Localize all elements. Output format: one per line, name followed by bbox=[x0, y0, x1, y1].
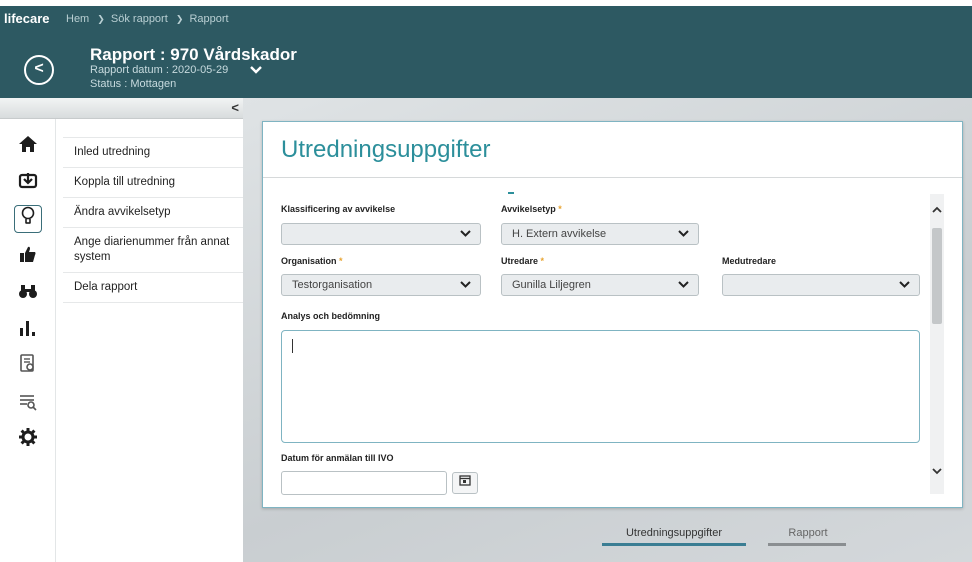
scrollbar-thumb[interactable] bbox=[932, 228, 942, 324]
gear-icon[interactable] bbox=[14, 427, 42, 455]
thumbs-up-icon[interactable] bbox=[14, 243, 42, 271]
chevron-down-icon bbox=[678, 277, 689, 292]
breadcrumb: Hem ❯ Sök rapport ❯ Rapport bbox=[66, 13, 231, 25]
breadcrumb-separator-icon: ❯ bbox=[97, 14, 105, 24]
chevron-left-icon: < bbox=[34, 60, 44, 77]
chevron-down-icon bbox=[460, 277, 471, 292]
home-icon[interactable] bbox=[14, 133, 42, 161]
report-date: Rapport datum : 2020-05-29 bbox=[90, 64, 229, 76]
utredare-select[interactable]: Gunilla Liljegren bbox=[501, 274, 699, 296]
active-tab-indicator bbox=[602, 543, 746, 546]
required-marker: * bbox=[558, 204, 562, 214]
required-marker: * bbox=[540, 256, 545, 266]
analys-textarea[interactable] bbox=[281, 330, 920, 443]
collapse-sidebar-button[interactable]: < bbox=[231, 100, 239, 115]
chevron-down-icon bbox=[899, 277, 910, 292]
inbox-icon[interactable] bbox=[14, 169, 42, 197]
form-scrollbar[interactable] bbox=[930, 194, 944, 494]
action-menu: Inled utredning Koppla till utredning Än… bbox=[63, 137, 243, 303]
report-header: < Rapport : 970 Vårdskador Rapport datum… bbox=[0, 31, 972, 98]
menu-item-andra-avvikelsetyp[interactable]: Ändra avvikelsetyp bbox=[63, 197, 243, 227]
klassificering-select[interactable] bbox=[281, 223, 481, 245]
menu-item-dela-rapport[interactable]: Dela rapport bbox=[63, 272, 243, 303]
avvikelsetyp-label: Avvikelsetyp * bbox=[501, 204, 562, 214]
report-title: Rapport : 970 Vårdskador bbox=[90, 45, 297, 64]
klassificering-label: Klassificering av avvikelse bbox=[281, 204, 396, 214]
calendar-icon[interactable] bbox=[452, 472, 478, 494]
binoculars-icon[interactable] bbox=[14, 279, 42, 307]
breadcrumb-item-sok-rapport[interactable]: Sök rapport bbox=[111, 13, 168, 25]
chevron-down-icon bbox=[678, 226, 689, 241]
back-button[interactable]: < bbox=[24, 55, 54, 85]
document-search-icon[interactable] bbox=[14, 353, 42, 381]
investigation-card: Utredningsuppgifter Klassificering av av… bbox=[262, 121, 963, 508]
organisation-select[interactable]: Testorganisation bbox=[281, 274, 481, 296]
text-caret bbox=[292, 339, 293, 353]
breadcrumb-separator-icon: ❯ bbox=[175, 14, 184, 24]
menu-item-inled-utredning[interactable]: Inled utredning bbox=[63, 137, 243, 167]
page-title: Utredningsuppgifter bbox=[281, 136, 491, 163]
breadcrumb-item-rapport: Rapport bbox=[189, 13, 229, 25]
tab-indicator bbox=[768, 543, 846, 546]
utredare-label: Utredare * bbox=[501, 256, 545, 266]
top-bar: lifecare Hem ❯ Sök rapport ❯ Rapport bbox=[0, 0, 972, 31]
divider bbox=[508, 192, 514, 194]
bar-chart-icon[interactable] bbox=[14, 317, 42, 345]
organisation-label: Organisation * bbox=[281, 256, 343, 266]
analys-label: Analys och bedömning bbox=[281, 311, 381, 321]
medutredare-label: Medutredare bbox=[722, 256, 777, 266]
datum-ivo-label: Datum för anmälan till IVO bbox=[281, 453, 394, 463]
datum-ivo-input[interactable] bbox=[281, 471, 447, 495]
avvikelsetyp-select[interactable]: H. Extern avvikelse bbox=[501, 223, 699, 245]
required-marker: * bbox=[339, 256, 343, 266]
tab-rapport[interactable]: Rapport bbox=[768, 527, 848, 539]
lightbulb-icon[interactable] bbox=[14, 205, 42, 233]
divider bbox=[263, 177, 962, 178]
menu-item-koppla-till-utredning[interactable]: Koppla till utredning bbox=[63, 167, 243, 197]
report-status: Status : Mottagen bbox=[90, 78, 177, 90]
tab-utredningsuppgifter[interactable]: Utredningsuppgifter bbox=[602, 527, 746, 539]
medutredare-select[interactable] bbox=[722, 274, 920, 296]
chevron-down-icon bbox=[460, 226, 471, 241]
menu-item-ange-diarienummer[interactable]: Ange diarienummer från annat system bbox=[63, 227, 243, 272]
chevron-down-icon[interactable] bbox=[250, 61, 262, 77]
chevron-down-icon[interactable] bbox=[930, 464, 944, 478]
breadcrumb-item-hem[interactable]: Hem bbox=[66, 13, 89, 25]
icon-rail bbox=[0, 119, 56, 562]
brand-logo[interactable]: lifecare bbox=[4, 11, 50, 26]
sidebar-header: < bbox=[0, 98, 243, 119]
chevron-up-icon[interactable] bbox=[930, 202, 944, 216]
list-search-icon[interactable] bbox=[14, 391, 42, 419]
